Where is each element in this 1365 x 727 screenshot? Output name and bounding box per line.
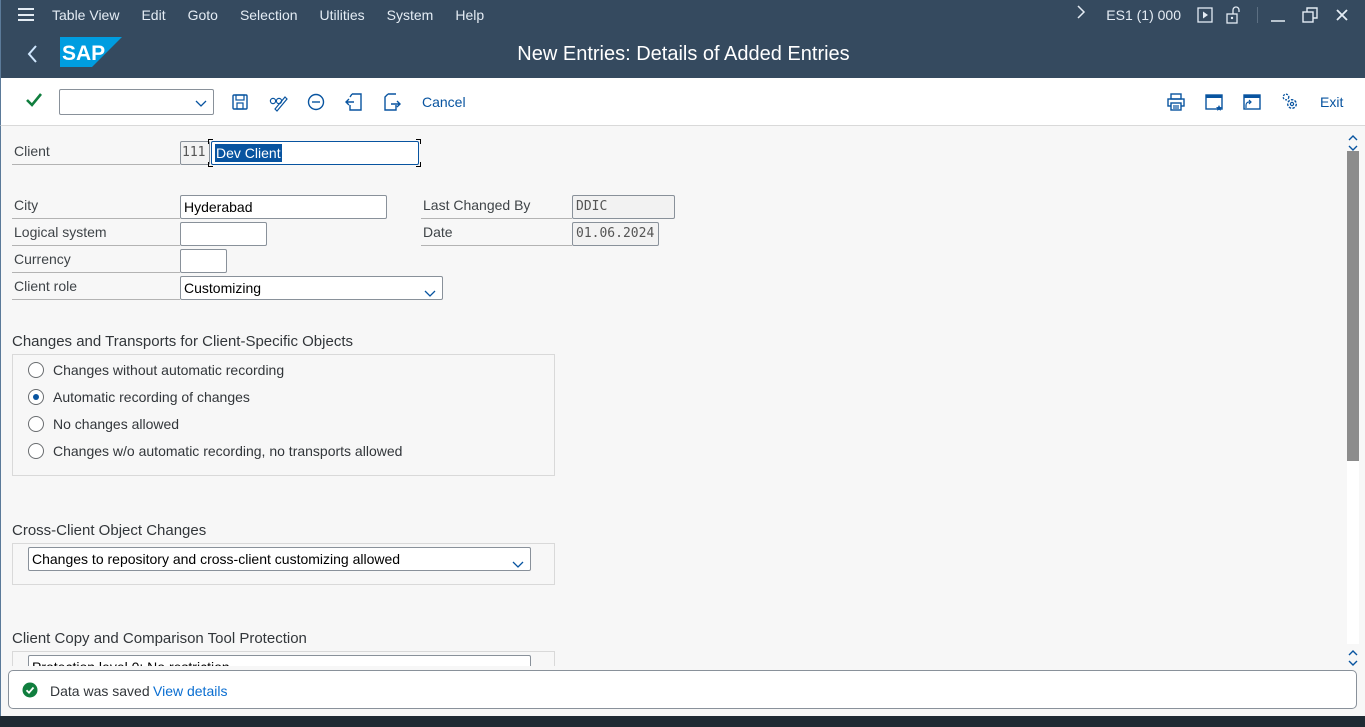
cross-client-value: Changes to repository and cross-client c… [32,551,401,567]
scrollbar-thumb[interactable] [1347,151,1359,461]
cross-client-group: Changes to repository and cross-client c… [12,543,555,585]
client-copy-dropdown[interactable]: Protection level 0: No restriction [28,655,531,666]
exit-button[interactable]: Exit [1320,94,1343,110]
menu-goto[interactable]: Goto [188,7,218,23]
radio-button[interactable] [28,416,44,432]
next-entry-icon[interactable] [382,92,402,112]
menu-table-view[interactable]: Table View [52,7,119,23]
menu-bar: Table View Edit Goto Selection Utilities… [0,0,1365,29]
city-input[interactable]: Hyderabad [180,195,387,219]
cancel-button[interactable]: Cancel [422,94,466,110]
menu-edit[interactable]: Edit [141,7,165,23]
client-name-value: Dev Client [215,144,282,162]
system-info: ES1 (1) 000 [1106,6,1181,23]
chevron-down-icon[interactable] [512,662,524,666]
vertical-scrollbar[interactable] [1345,126,1365,666]
chevron-down-icon[interactable] [512,554,524,568]
command-field[interactable] [59,89,214,115]
logical-system-input[interactable] [180,222,267,246]
enter-checkmark-icon[interactable] [25,91,43,109]
radio-button[interactable] [28,362,44,378]
save-icon[interactable] [230,92,250,112]
unlock-icon[interactable] [1224,5,1244,25]
status-message: Data was saved [50,683,150,699]
scroll-down-icon[interactable] [1348,139,1358,151]
print-icon[interactable] [1166,92,1186,112]
radio-no-transports[interactable]: Changes w/o automatic recording, no tran… [28,441,402,461]
focus-corner [416,139,421,144]
menu-system[interactable]: System [387,7,434,23]
client-role-label: Client role [12,276,180,300]
logical-system-label: Logical system [12,222,180,246]
title-bar: SAP New Entries: Details of Added Entrie… [0,29,1365,78]
toolbar: Cancel Exit [0,78,1365,126]
changes-transports-title: Changes and Transports for Client-Specif… [12,333,353,350]
menu-items: Table View Edit Goto Selection Utilities… [52,0,506,29]
frame-border [0,666,1,716]
date-field: 01.06.2024 [572,222,659,246]
client-number-field: 111 [180,141,210,165]
client-copy-title: Client Copy and Comparison Tool Protecti… [12,630,307,647]
cross-client-title: Cross-Client Object Changes [12,522,207,539]
chevron-down-icon[interactable] [424,283,436,297]
client-copy-value: Protection level 0: No restriction [32,659,230,666]
generate-shortcut-icon[interactable] [1242,92,1262,112]
radio-button[interactable] [28,443,44,459]
command-input[interactable] [60,90,185,114]
create-session-icon[interactable] [1204,92,1224,112]
cross-client-dropdown[interactable]: Changes to repository and cross-client c… [28,547,531,571]
radio-button-selected[interactable] [28,389,44,405]
last-changed-by-label: Last Changed By [421,195,572,219]
focus-corner [416,162,421,167]
scroll-page-up-icon[interactable] [1348,129,1358,141]
focus-corner [208,139,213,144]
menu-utilities[interactable]: Utilities [320,7,365,23]
success-check-icon [22,682,38,698]
menu-help[interactable]: Help [455,7,484,23]
content-area: Client 111 Dev Client City Hyderabad Log… [0,126,1345,666]
radio-automatic-recording[interactable]: Automatic recording of changes [28,387,250,407]
minimize-icon[interactable] [1268,5,1288,25]
changes-transports-group: Changes without automatic recording Auto… [12,354,555,476]
client-role-value: Customizing [184,280,262,296]
previous-entry-icon[interactable] [344,92,364,112]
client-copy-group: Protection level 0: No restriction [12,651,555,666]
taskbar-strip [0,716,1365,727]
view-details-link[interactable]: View details [153,683,227,699]
radio-no-changes-allowed[interactable]: No changes allowed [28,414,179,434]
last-changed-by-field: DDIC [572,195,675,219]
page-title: New Entries: Details of Added Entries [517,43,850,65]
play-icon[interactable] [1195,5,1215,25]
client-label: Client [12,141,180,165]
currency-input[interactable] [180,249,227,273]
hamburger-menu-icon[interactable] [18,8,34,21]
status-bar: Data was saved View details [8,670,1357,709]
focus-corner [208,162,213,167]
display-change-icon[interactable] [268,92,288,112]
restore-icon[interactable] [1300,5,1320,25]
scroll-page-down-icon[interactable] [1348,654,1358,666]
scroll-up-icon[interactable] [1348,644,1358,656]
currency-label: Currency [12,249,180,273]
chevron-right-icon[interactable] [1071,5,1091,24]
menu-selection[interactable]: Selection [240,7,298,23]
client-name-field[interactable]: Dev Client [211,141,419,165]
chevron-down-icon[interactable] [195,96,207,108]
settings-gear-icon[interactable] [1280,92,1300,112]
scrollbar-track[interactable] [1347,151,1359,644]
date-label: Date [421,222,572,246]
client-role-dropdown[interactable]: Customizing [180,276,443,300]
separator [1257,6,1258,23]
radio-changes-without-recording[interactable]: Changes without automatic recording [28,360,284,380]
city-label: City [12,195,180,219]
menu-right-area: ES1 (1) 000 [1071,0,1365,29]
close-icon[interactable] [1332,5,1352,25]
delete-icon[interactable] [306,92,326,112]
